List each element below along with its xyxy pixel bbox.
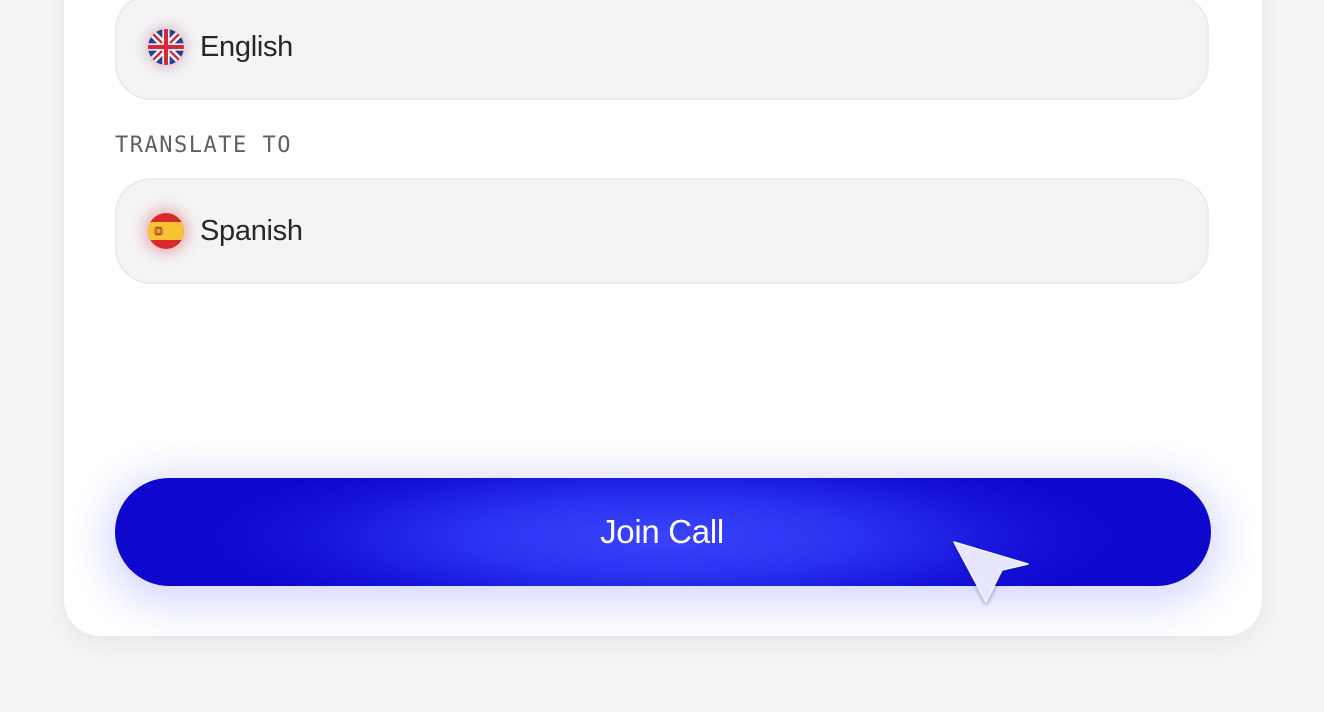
translate-to-label: TRANSLATE TO	[115, 133, 292, 158]
uk-flag-icon	[148, 29, 184, 65]
target-language-label: Spanish	[200, 214, 303, 247]
join-call-label: Join Call	[600, 513, 724, 550]
source-language-select[interactable]: English	[115, 0, 1209, 100]
source-language-label: English	[200, 30, 294, 63]
spain-flag-icon	[148, 213, 184, 249]
join-call-button[interactable]: Join Call	[115, 478, 1211, 586]
target-language-select[interactable]: Spanish	[115, 178, 1209, 284]
